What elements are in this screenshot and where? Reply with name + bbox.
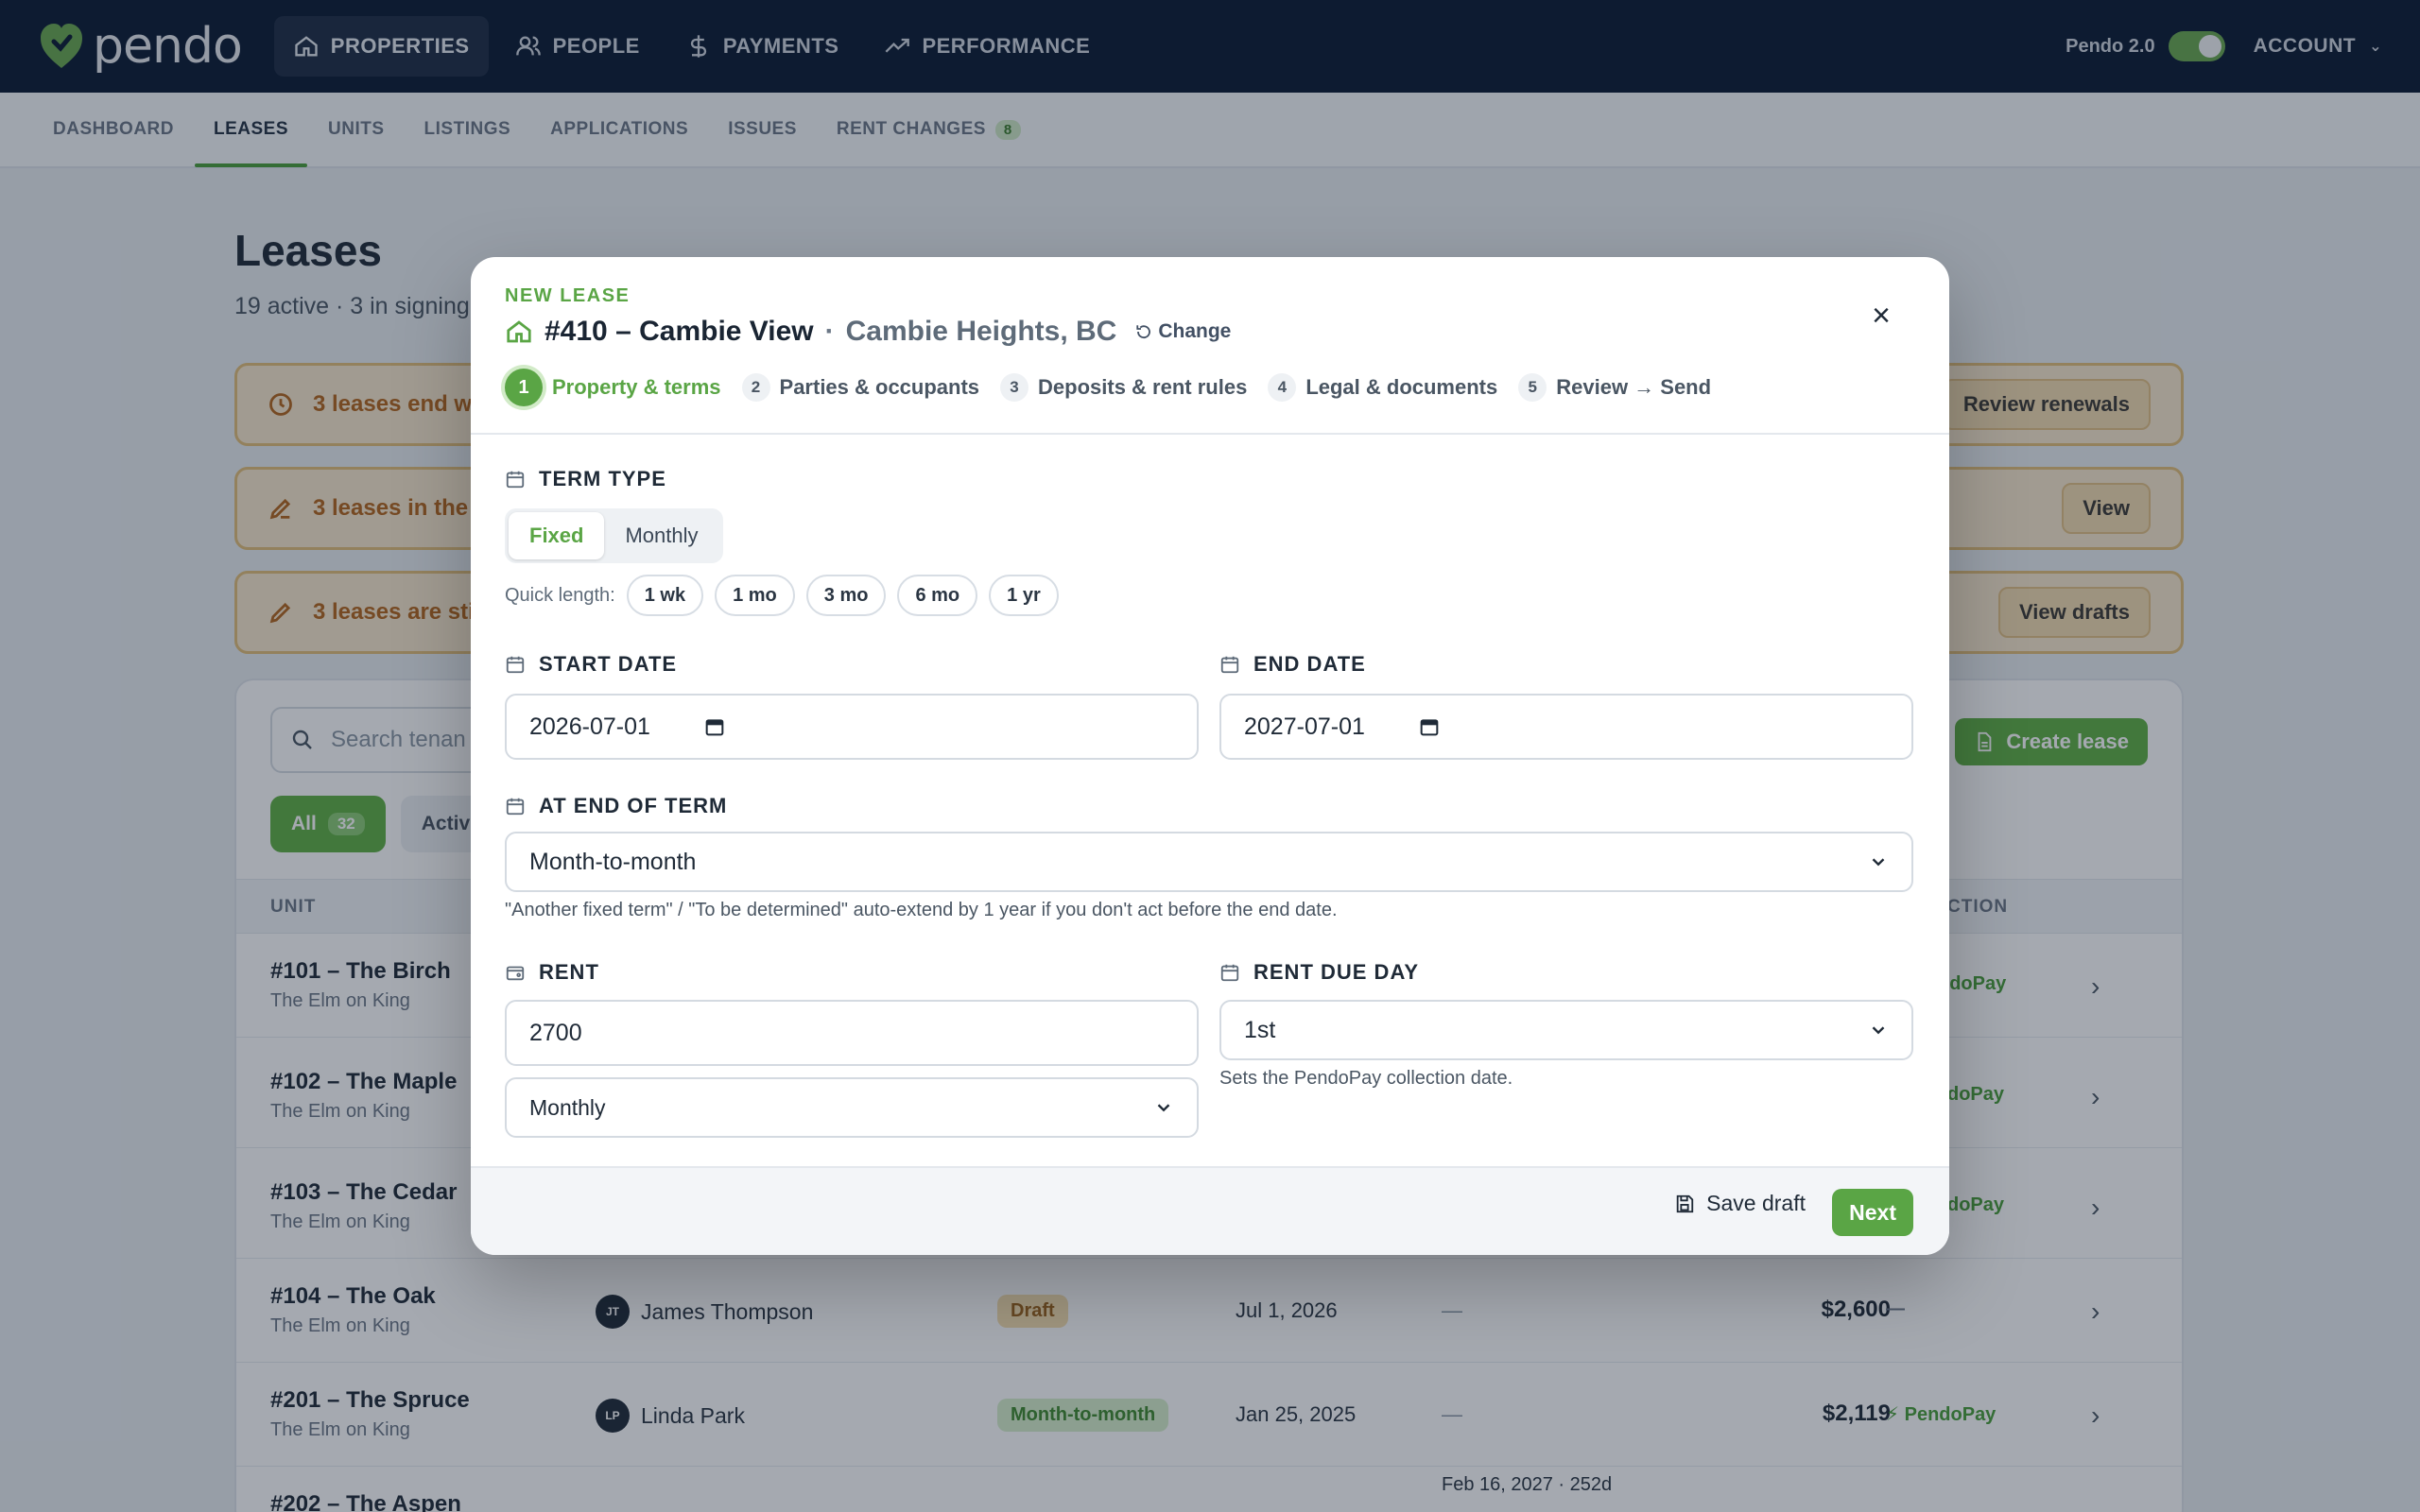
end-date-field[interactable]: 2027-07-01 xyxy=(1219,694,1913,760)
rent-amount-value: 2700 xyxy=(529,1019,582,1046)
end-of-term-value: Month-to-month xyxy=(529,848,697,875)
quick-length-label: Quick length: xyxy=(505,584,615,606)
calendar-icon xyxy=(506,798,525,816)
step-number: 1 xyxy=(505,369,543,406)
title-separator: · xyxy=(824,316,835,347)
calendar-icon xyxy=(506,656,525,674)
term-type-toggle: Fixed Monthly xyxy=(505,508,723,563)
chevron-down-icon xyxy=(1872,858,1885,867)
calendar-picker-icon[interactable] xyxy=(705,717,724,736)
step-deposits-rent-rules[interactable]: 3 Deposits & rent rules xyxy=(1000,373,1247,402)
chevron-down-icon xyxy=(1872,1026,1885,1035)
close-icon[interactable]: × xyxy=(1862,297,1900,335)
rent-due-day-select[interactable]: 1st xyxy=(1219,1000,1913,1060)
change-label: Change xyxy=(1158,320,1232,342)
rent-due-day-hint: Sets the PendoPay collection date. xyxy=(1219,1068,1513,1089)
save-draft-button[interactable]: Save draft xyxy=(1674,1191,1806,1216)
term-type-fixed[interactable]: Fixed xyxy=(509,512,605,559)
modal-footer: Save draft Next xyxy=(471,1166,1949,1255)
quick-length-3mo[interactable]: 3 mo xyxy=(805,575,887,616)
quick-length-1mo[interactable]: 1 mo xyxy=(715,575,795,616)
calendar-icon xyxy=(506,471,525,489)
modal-eyebrow: NEW LEASE xyxy=(505,285,631,306)
refresh-icon xyxy=(1136,325,1151,339)
term-type-label: TERM TYPE xyxy=(505,467,666,491)
step-number: 5 xyxy=(1518,373,1547,402)
end-of-term-label: AT END OF TERM xyxy=(505,794,727,818)
save-icon xyxy=(1676,1194,1694,1212)
step-review-send[interactable]: 5 Review → Send xyxy=(1518,373,1711,402)
next-button[interactable]: Next xyxy=(1832,1189,1913,1236)
label-text: END DATE xyxy=(1253,652,1366,676)
step-number: 3 xyxy=(1000,373,1029,402)
stepper: 1 Property & terms 2 Parties & occupants… xyxy=(505,369,1711,406)
rent-due-day-label: RENT DUE DAY xyxy=(1219,960,1419,985)
modal-title: #410 – Cambie View · Cambie Heights, BC … xyxy=(505,316,1231,348)
step-label: Property & terms xyxy=(552,375,721,399)
save-draft-label: Save draft xyxy=(1706,1191,1806,1215)
calendar-picker-icon[interactable] xyxy=(1420,717,1439,736)
end-of-term-hint: "Another fixed term" / "To be determined… xyxy=(505,900,1338,920)
rent-amount-input[interactable]: 2700 xyxy=(505,1000,1199,1066)
step-label: Parties & occupants xyxy=(779,375,980,399)
quick-length: Quick length: 1 wk 1 mo 3 mo 6 mo 1 yr xyxy=(505,575,1059,616)
label-text: AT END OF TERM xyxy=(539,794,728,817)
rent-frequency-select[interactable]: Monthly xyxy=(505,1077,1199,1138)
label-text: START DATE xyxy=(539,652,678,676)
end-date-label: END DATE xyxy=(1219,652,1366,677)
step-legal-documents[interactable]: 4 Legal & documents xyxy=(1268,373,1497,402)
rent-due-day-value: 1st xyxy=(1244,1016,1276,1043)
header-divider xyxy=(471,433,1949,435)
label-text: RENT xyxy=(539,960,599,984)
step-property-terms[interactable]: 1 Property & terms xyxy=(505,369,721,406)
quick-length-1wk[interactable]: 1 wk xyxy=(626,575,704,616)
start-date-label: START DATE xyxy=(505,652,677,677)
wallet-icon xyxy=(506,966,525,981)
step-number: 4 xyxy=(1268,373,1297,402)
new-lease-modal: NEW LEASE #410 – Cambie View · Cambie He… xyxy=(471,257,1949,1255)
rent-label: RENT xyxy=(505,960,599,985)
calendar-icon xyxy=(1220,656,1239,674)
calendar-icon xyxy=(1220,964,1239,982)
start-date-field[interactable]: 2026-07-01 xyxy=(505,694,1199,760)
quick-length-6mo[interactable]: 6 mo xyxy=(897,575,978,616)
step-label: Review → Send xyxy=(1556,375,1712,399)
step-label: Legal & documents xyxy=(1305,375,1498,399)
step-number: 2 xyxy=(741,373,770,402)
quick-length-1yr[interactable]: 1 yr xyxy=(989,575,1059,616)
end-of-term-select[interactable]: Month-to-month xyxy=(505,832,1913,892)
change-property-button[interactable]: Change xyxy=(1135,320,1231,343)
chevron-down-icon xyxy=(1157,1104,1170,1112)
modal-unit: #410 – Cambie View xyxy=(544,316,814,347)
modal-property: Cambie Heights, BC xyxy=(845,316,1117,347)
rent-frequency-value: Monthly xyxy=(529,1094,606,1120)
step-parties-occupants[interactable]: 2 Parties & occupants xyxy=(741,373,980,402)
start-date-value: 2026-07-01 xyxy=(529,713,650,740)
label-text: RENT DUE DAY xyxy=(1253,960,1419,984)
label-text: TERM TYPE xyxy=(539,467,666,490)
home-icon xyxy=(507,320,531,343)
step-label: Deposits & rent rules xyxy=(1038,375,1248,399)
term-type-monthly[interactable]: Monthly xyxy=(604,512,718,559)
end-date-value: 2027-07-01 xyxy=(1244,713,1365,740)
